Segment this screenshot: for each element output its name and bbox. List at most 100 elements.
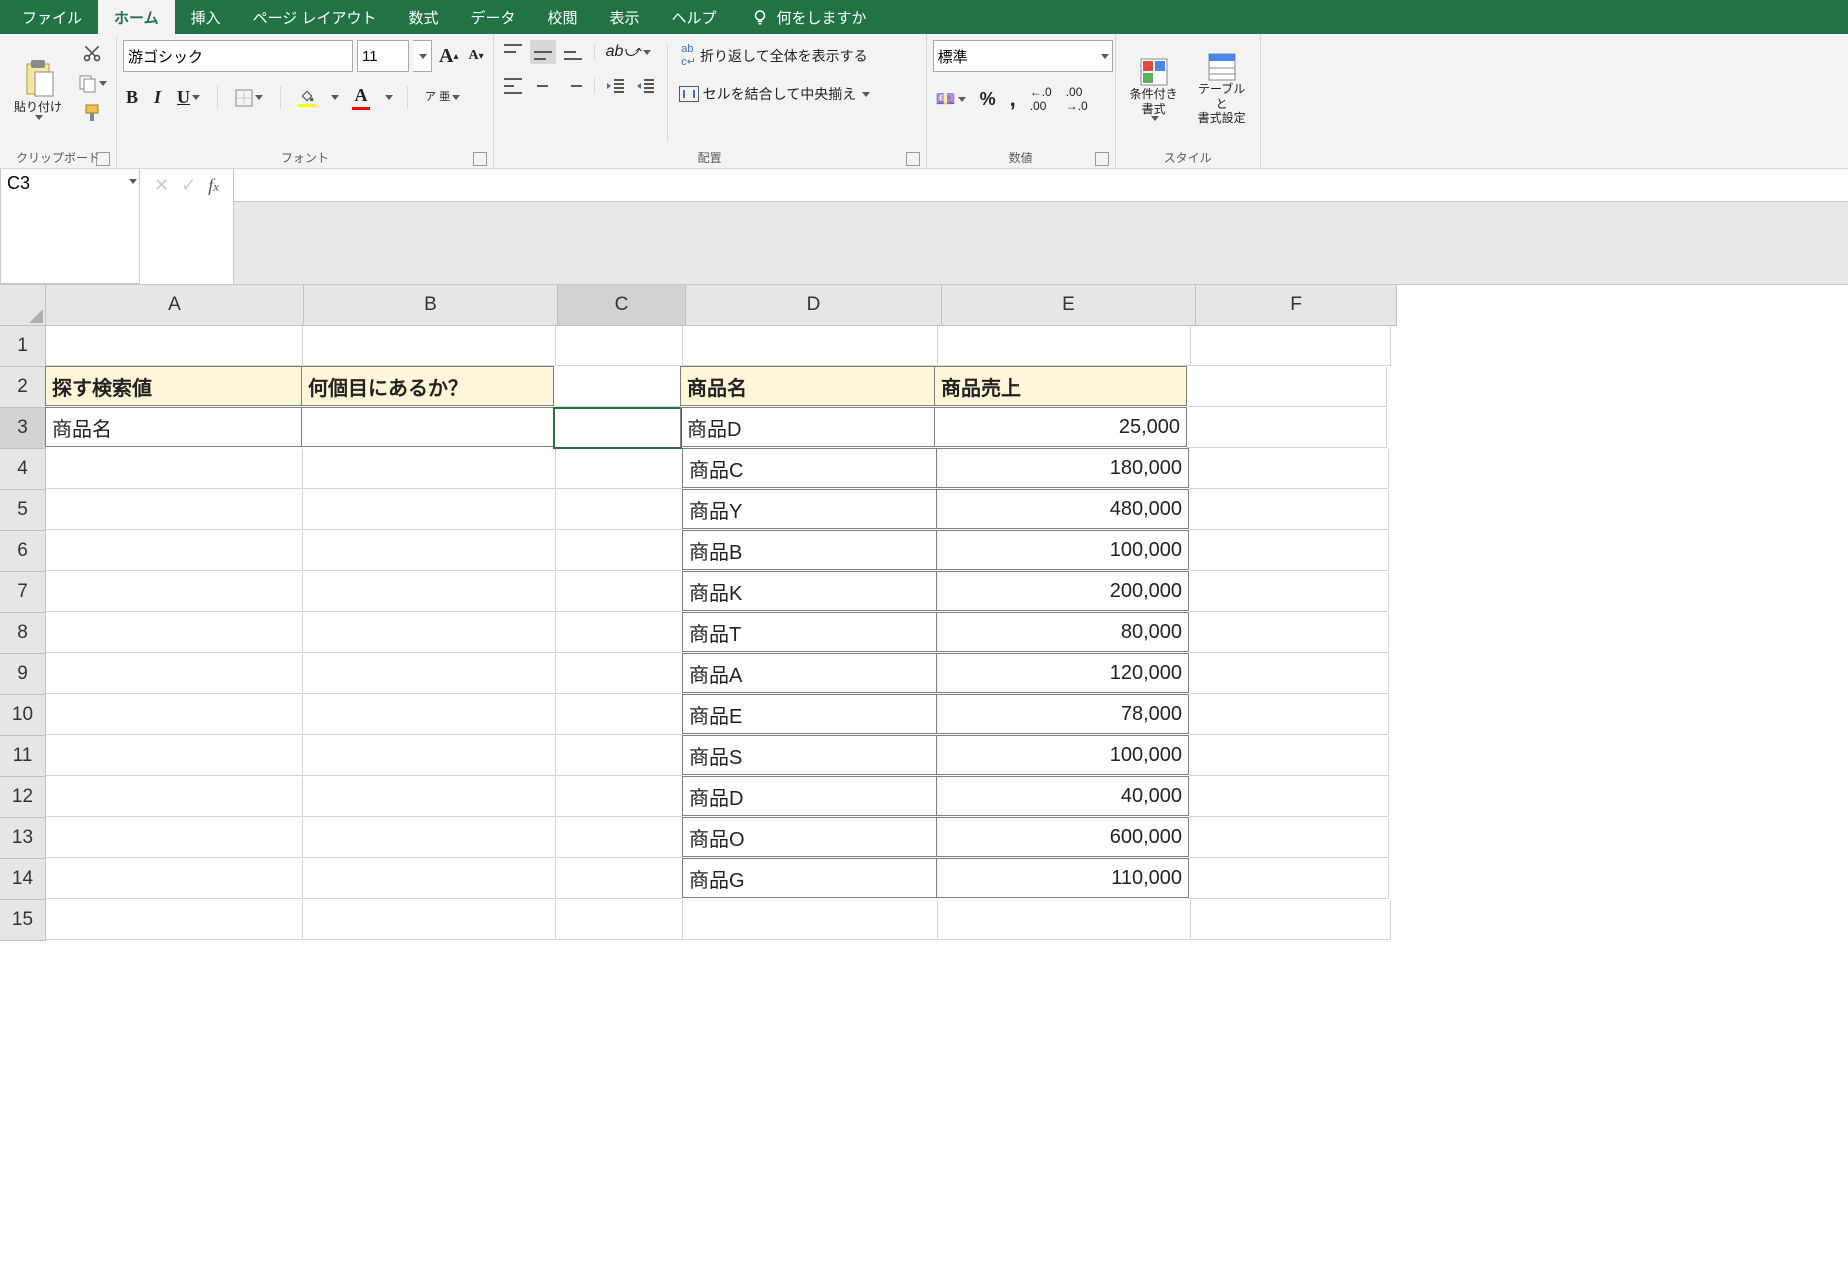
name-box-input[interactable] xyxy=(1,169,124,198)
cell-F5[interactable] xyxy=(1189,490,1389,530)
cell-B15[interactable] xyxy=(303,900,556,940)
cell-E10[interactable]: 78,000 xyxy=(936,694,1189,734)
row-header-11[interactable]: 11 xyxy=(0,736,46,777)
tab-file[interactable]: ファイル xyxy=(6,0,98,36)
cell-E8[interactable]: 80,000 xyxy=(936,612,1189,652)
cell-A7[interactable] xyxy=(46,572,303,612)
align-top-button[interactable] xyxy=(500,40,526,64)
cell-D9[interactable]: 商品A xyxy=(682,653,937,693)
cell-B11[interactable] xyxy=(303,736,556,776)
cell-C2[interactable] xyxy=(554,367,681,407)
formula-input[interactable] xyxy=(234,169,1848,202)
copy-button[interactable] xyxy=(74,70,110,96)
borders-button[interactable] xyxy=(232,86,266,110)
cell-A8[interactable] xyxy=(46,613,303,653)
column-header-D[interactable]: D xyxy=(686,285,942,326)
cell-C14[interactable] xyxy=(556,859,683,899)
cell-C11[interactable] xyxy=(556,736,683,776)
cell-C13[interactable] xyxy=(556,818,683,858)
cell-E12[interactable]: 40,000 xyxy=(936,776,1189,816)
cell-F9[interactable] xyxy=(1189,654,1389,694)
chevron-down-icon[interactable] xyxy=(331,95,339,100)
cancel-formula-button[interactable]: ✕ xyxy=(154,175,169,196)
cell-C7[interactable] xyxy=(556,572,683,612)
cell-F15[interactable] xyxy=(1191,900,1391,940)
format-painter-button[interactable] xyxy=(74,100,110,126)
cell-C9[interactable] xyxy=(556,654,683,694)
tab-data[interactable]: データ xyxy=(454,0,531,36)
row-header-2[interactable]: 2 xyxy=(0,367,46,408)
decrease-font-button[interactable]: A▾ xyxy=(465,45,486,67)
cell-F10[interactable] xyxy=(1189,695,1389,735)
cell-E1[interactable] xyxy=(938,326,1191,366)
align-bottom-button[interactable] xyxy=(560,40,586,64)
cell-E15[interactable] xyxy=(938,900,1191,940)
cell-D6[interactable]: 商品B xyxy=(682,530,937,570)
cell-B10[interactable] xyxy=(303,695,556,735)
dialog-launcher-icon[interactable] xyxy=(906,152,920,166)
cell-F4[interactable] xyxy=(1189,449,1389,489)
phonetic-button[interactable]: ア 亜 xyxy=(422,89,463,106)
cell-F6[interactable] xyxy=(1189,531,1389,571)
cell-B6[interactable] xyxy=(303,531,556,571)
font-size-input[interactable] xyxy=(357,40,409,72)
cell-F7[interactable] xyxy=(1189,572,1389,612)
cell-A2[interactable]: 探す検索値 xyxy=(45,366,302,406)
cell-F8[interactable] xyxy=(1189,613,1389,653)
cell-B2[interactable]: 何個目にあるか？ xyxy=(301,366,554,406)
paste-button[interactable]: 貼り付け xyxy=(6,40,70,138)
cell-B5[interactable] xyxy=(303,490,556,530)
cell-F12[interactable] xyxy=(1189,777,1389,817)
row-header-3[interactable]: 3 xyxy=(0,408,46,449)
row-header-6[interactable]: 6 xyxy=(0,531,46,572)
comma-button[interactable]: , xyxy=(1007,83,1019,115)
cell-C4[interactable] xyxy=(556,449,683,489)
bold-button[interactable]: B xyxy=(123,84,141,111)
cell-C3[interactable] xyxy=(554,408,681,448)
decrease-decimal-button[interactable]: .00→.0 xyxy=(1063,82,1091,116)
cell-A15[interactable] xyxy=(46,900,303,940)
row-header-13[interactable]: 13 xyxy=(0,818,46,859)
cell-E2[interactable]: 商品売上 xyxy=(934,366,1187,406)
dialog-launcher-icon[interactable] xyxy=(96,152,110,166)
cell-F2[interactable] xyxy=(1187,367,1387,407)
cell-D7[interactable]: 商品K xyxy=(682,571,937,611)
cell-C5[interactable] xyxy=(556,490,683,530)
row-header-1[interactable]: 1 xyxy=(0,326,46,367)
cell-C10[interactable] xyxy=(556,695,683,735)
cell-A5[interactable] xyxy=(46,490,303,530)
chevron-down-icon[interactable] xyxy=(385,95,393,100)
row-header-14[interactable]: 14 xyxy=(0,859,46,900)
row-header-4[interactable]: 4 xyxy=(0,449,46,490)
fill-color-button[interactable] xyxy=(295,86,319,110)
cell-A3[interactable]: 商品名 xyxy=(45,407,302,447)
cell-D12[interactable]: 商品D xyxy=(682,776,937,816)
column-header-E[interactable]: E xyxy=(942,285,1196,326)
increase-indent-button[interactable] xyxy=(633,75,659,97)
cell-A9[interactable] xyxy=(46,654,303,694)
cell-F13[interactable] xyxy=(1189,818,1389,858)
cell-B1[interactable] xyxy=(303,326,556,366)
dialog-launcher-icon[interactable] xyxy=(1095,152,1109,166)
cell-E11[interactable]: 100,000 xyxy=(936,735,1189,775)
decrease-indent-button[interactable] xyxy=(603,75,629,97)
cell-F11[interactable] xyxy=(1189,736,1389,776)
cell-F14[interactable] xyxy=(1189,859,1389,899)
cell-D5[interactable]: 商品Y xyxy=(682,489,937,529)
italic-button[interactable]: I xyxy=(151,84,164,111)
tab-help[interactable]: ヘルプ xyxy=(656,0,733,36)
cell-A11[interactable] xyxy=(46,736,303,776)
cell-D8[interactable]: 商品T xyxy=(682,612,937,652)
cell-B4[interactable] xyxy=(303,449,556,489)
cell-D4[interactable]: 商品C xyxy=(682,448,937,488)
cell-D15[interactable] xyxy=(683,900,938,940)
chevron-down-icon[interactable] xyxy=(129,179,137,184)
conditional-formatting-button[interactable]: 条件付き 書式 xyxy=(1122,40,1186,138)
tab-view[interactable]: 表示 xyxy=(594,0,656,36)
cell-E5[interactable]: 480,000 xyxy=(936,489,1189,529)
tell-me[interactable]: 何をしますか xyxy=(751,7,867,28)
cell-C12[interactable] xyxy=(556,777,683,817)
row-header-5[interactable]: 5 xyxy=(0,490,46,531)
merge-center-button[interactable]: セルを結合して中央揃え xyxy=(676,81,874,107)
tab-review[interactable]: 校閲 xyxy=(532,0,594,36)
